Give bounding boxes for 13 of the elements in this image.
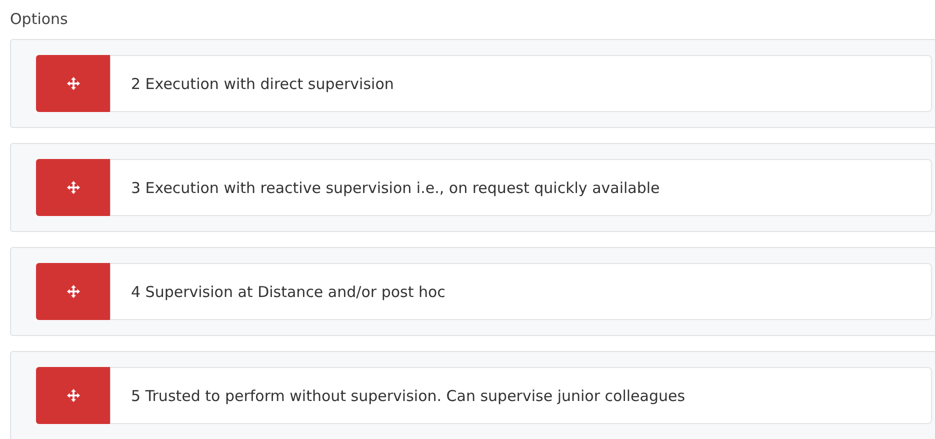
move-icon xyxy=(66,181,80,194)
move-icon xyxy=(66,77,80,90)
drag-handle[interactable] xyxy=(36,367,110,424)
section-title: Options xyxy=(10,10,69,28)
option-text: 4 Supervision at Distance and/or post hoc xyxy=(110,263,932,320)
move-icon xyxy=(66,389,80,402)
move-icon xyxy=(66,285,80,298)
option-text: 3 Execution with reactive supervision i.e., on request quickly available xyxy=(110,159,932,216)
drag-handle[interactable] xyxy=(36,159,110,216)
option-text: 5 Trusted to perform without supervision. Can supervise junior colleagues xyxy=(110,367,932,424)
option-text: 2 Execution with direct supervision xyxy=(110,55,932,112)
drag-handle[interactable] xyxy=(36,55,110,112)
drag-handle[interactable] xyxy=(36,263,110,320)
